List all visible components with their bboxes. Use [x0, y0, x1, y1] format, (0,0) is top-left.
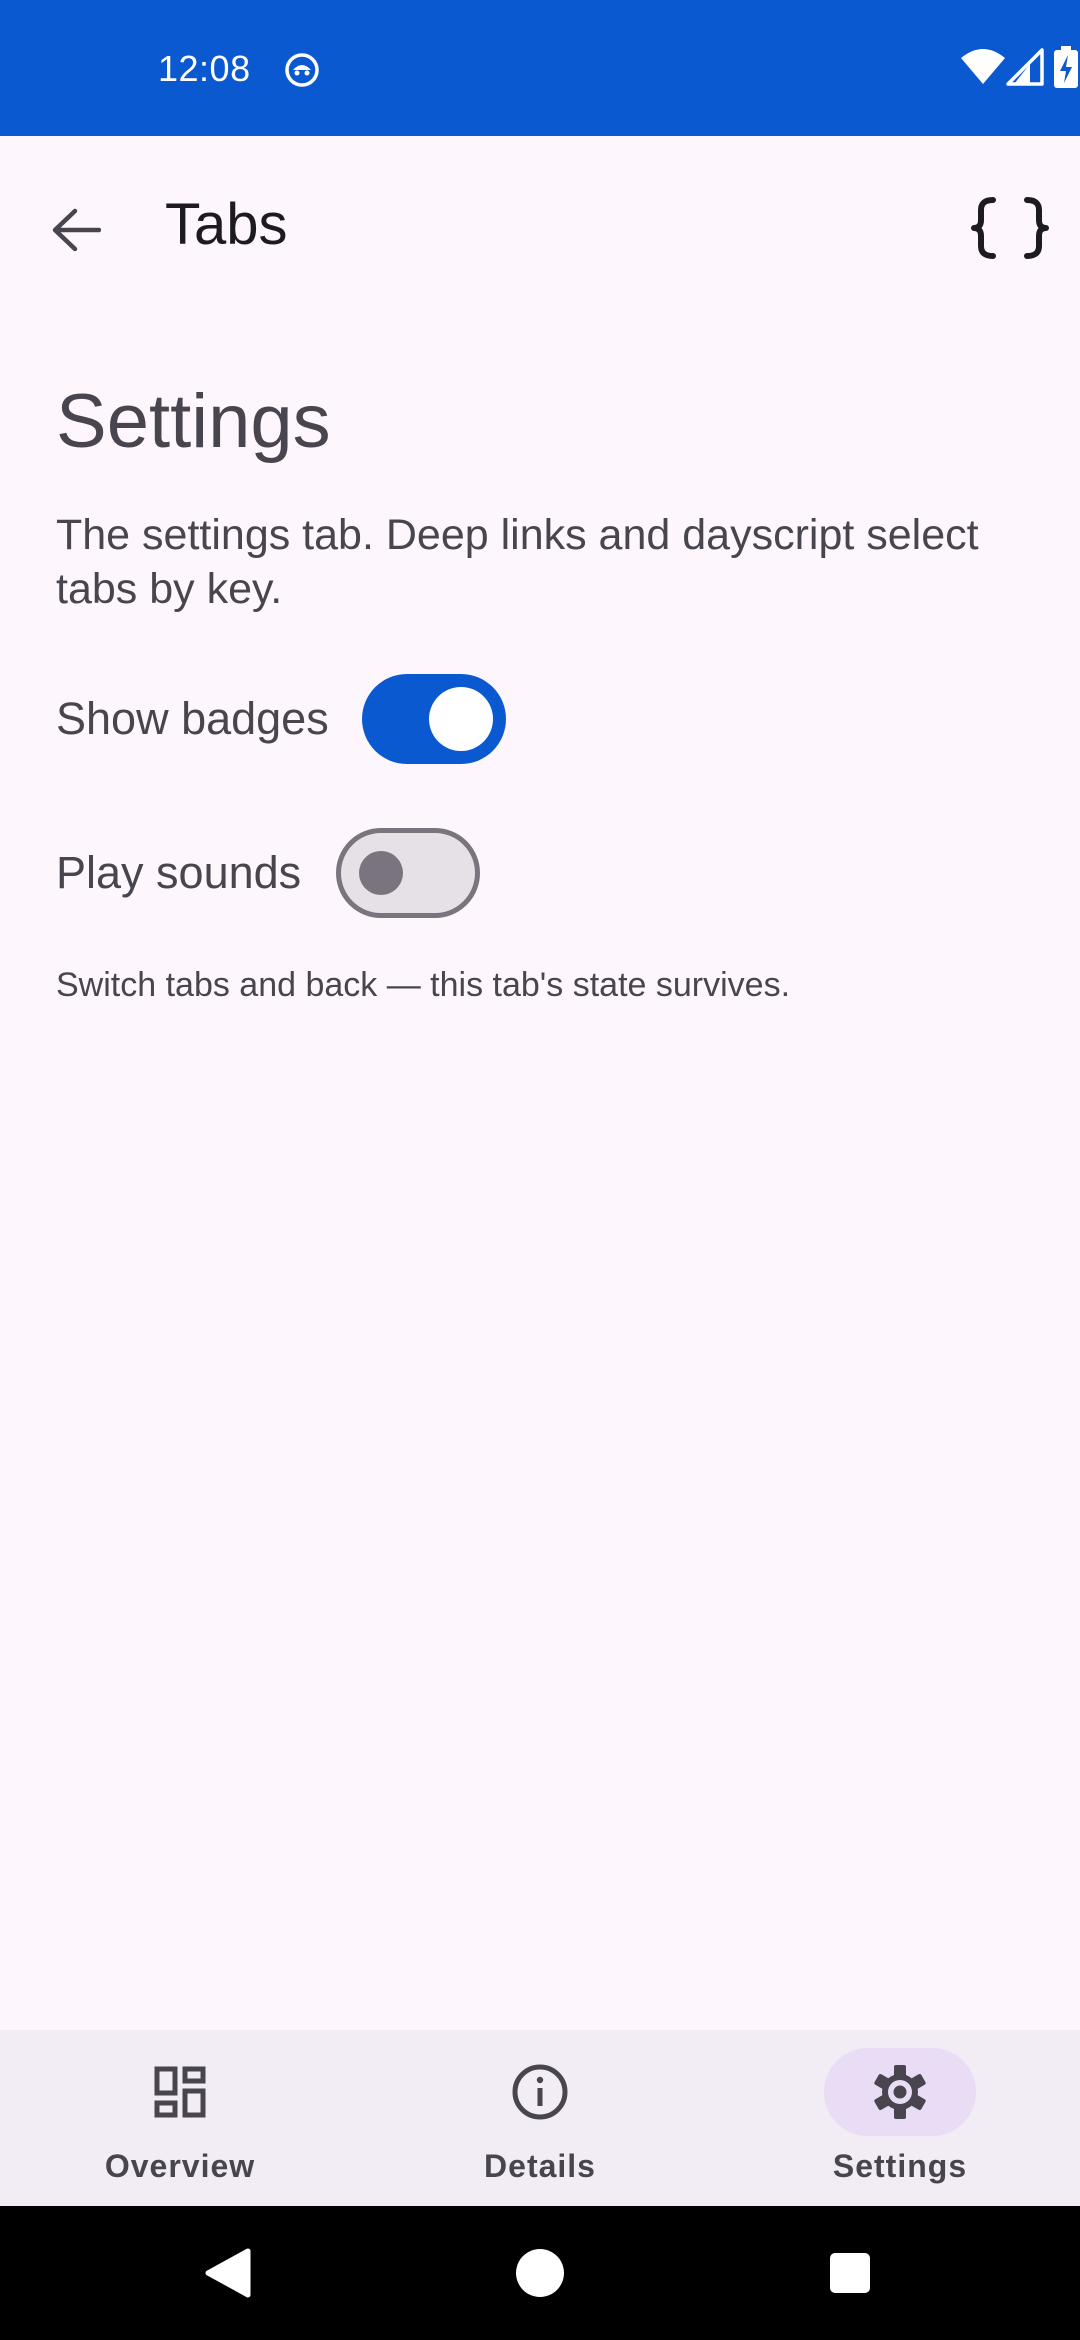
circle-home-icon — [516, 2249, 564, 2297]
switch-thumb — [359, 851, 403, 895]
nav-label-settings: Settings — [832, 2148, 968, 2184]
code-braces-icon — [971, 197, 1049, 259]
arrow-back-icon — [52, 208, 101, 252]
top-app-bar: Tabs — [0, 136, 1080, 312]
nav-label-overview: Overview — [104, 2148, 256, 2184]
nav-indicator — [464, 2048, 616, 2136]
code-view-button[interactable] — [962, 180, 1058, 276]
back-button[interactable] — [34, 188, 118, 272]
bottom-navigation: Overview Details Settings — [0, 2030, 1080, 2206]
square-recents-icon — [830, 2253, 870, 2293]
status-icons — [880, 46, 1080, 94]
nav-item-details[interactable]: Details — [360, 2030, 720, 2206]
nav-indicator — [824, 2048, 976, 2136]
status-time: 12:08 — [158, 48, 251, 89]
footnote-text: Switch tabs and back — this tab's state … — [56, 966, 791, 1004]
play-sounds-label: Play sounds — [56, 847, 302, 898]
setting-row-show-badges: Show badges — [56, 674, 329, 764]
triangle-back-icon — [205, 2248, 251, 2298]
dashboard-icon — [154, 2066, 206, 2118]
nav-label-details: Details — [484, 2148, 596, 2184]
setting-row-play-sounds: Play sounds — [56, 828, 301, 918]
switch-thumb — [429, 687, 493, 751]
play-sounds-switch[interactable] — [336, 828, 480, 918]
app-bar-title: Tabs — [165, 192, 288, 257]
system-navigation-bar — [0, 2206, 1080, 2340]
show-badges-switch[interactable] — [362, 674, 506, 764]
nav-indicator — [104, 2048, 256, 2136]
nav-item-settings[interactable]: Settings — [720, 2030, 1080, 2206]
page-description: The settings tab. Deep links and dayscri… — [56, 511, 979, 613]
system-home-button[interactable] — [503, 2236, 577, 2310]
wifi-icon — [961, 49, 1005, 84]
signal-icon — [1006, 48, 1044, 86]
info-icon — [512, 2064, 568, 2120]
page-heading: Settings — [56, 379, 331, 464]
gear-icon — [874, 2065, 926, 2119]
battery-charging-icon — [1054, 46, 1078, 88]
nav-item-overview[interactable]: Overview — [0, 2030, 360, 2206]
app-notification-icon — [284, 52, 320, 88]
status-bar: 12:08 — [0, 0, 1080, 136]
system-back-button[interactable] — [190, 2236, 264, 2310]
show-badges-label: Show badges — [56, 693, 329, 744]
system-recents-button[interactable] — [813, 2236, 887, 2310]
